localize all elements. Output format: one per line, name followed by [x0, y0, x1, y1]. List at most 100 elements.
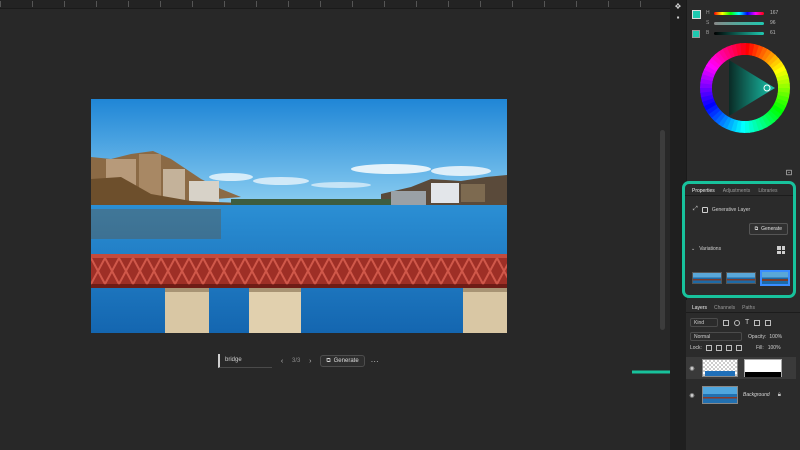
ruler-tick [160, 1, 161, 7]
filter-kind-select[interactable]: Kind [690, 318, 718, 327]
prompt-input[interactable]: bridge [218, 354, 272, 368]
layer-filter-row: Kind T [690, 318, 772, 327]
ruler-tick [128, 1, 129, 7]
tab-libraries[interactable]: Libraries [758, 188, 777, 195]
paint-bucket-icon[interactable]: ❖ [673, 2, 683, 12]
eye-icon[interactable]: ◉ [686, 392, 698, 399]
background-color-swatch[interactable] [692, 30, 700, 38]
ruler-tick [96, 1, 97, 7]
properties-tabs: Properties Adjustments Libraries [685, 184, 793, 196]
tab-adjustments[interactable]: Adjustments [723, 188, 751, 195]
tab-channels[interactable]: Channels [714, 305, 735, 312]
hue-label: H [706, 10, 710, 16]
panel-options-icon[interactable]: ⊡ [784, 168, 794, 178]
blend-mode-select[interactable]: Normal [690, 332, 742, 341]
ruler-tick [320, 1, 321, 7]
lock-position-icon[interactable] [715, 345, 722, 351]
shape-filter-icon[interactable] [754, 319, 761, 326]
variation-thumbnail[interactable] [726, 272, 756, 284]
hue-slider[interactable] [714, 12, 764, 15]
more-options-icon[interactable]: ··· [371, 357, 379, 366]
ruler-tick [512, 1, 513, 7]
layer-thumbnail [702, 386, 738, 404]
color-wheel[interactable] [699, 42, 791, 134]
pixel-filter-icon[interactable] [723, 319, 729, 326]
blend-row: Normal Opacity: 100% [690, 332, 782, 341]
tab-properties[interactable]: Properties [692, 188, 715, 195]
next-variation-icon[interactable]: › [306, 358, 314, 365]
layer-mask-thumbnail[interactable] [744, 359, 782, 377]
properties-generate-label: Generate [761, 226, 782, 232]
lock-all-icon[interactable] [735, 345, 742, 351]
properties-panel: Properties Adjustments Libraries ⤢ Gener… [682, 181, 796, 298]
vertical-scrollbar[interactable] [660, 130, 665, 330]
generative-icon: ⤢ [693, 206, 698, 212]
fill-value[interactable]: 100% [768, 345, 781, 351]
canvas-area[interactable]: bridge ‹ 3/3 › ⧉ Generate ··· [0, 0, 695, 450]
opacity-label: Opacity: [748, 333, 767, 340]
ruler-tick [384, 1, 385, 7]
brightness-value: 61 [770, 30, 776, 36]
tab-paths[interactable]: Paths [742, 305, 755, 312]
variation-thumbnail[interactable] [692, 272, 722, 284]
ruler-tick [640, 1, 641, 7]
comment-icon[interactable]: ▪ [673, 13, 683, 23]
properties-generate-button[interactable]: ⧉ Generate [748, 223, 788, 235]
ruler-tick [224, 1, 225, 7]
layer-row-generative[interactable]: ◉ [686, 357, 796, 379]
layer-icon [701, 206, 708, 213]
previous-variation-icon[interactable]: ‹ [278, 358, 286, 365]
eye-icon[interactable]: ◉ [686, 365, 698, 372]
variations-label: Variations [699, 246, 722, 252]
bridge-photo [91, 99, 507, 333]
ruler-tick [416, 1, 417, 7]
grid-view-icon[interactable] [777, 246, 785, 254]
variation-thumbnail-selected[interactable] [760, 270, 790, 286]
adjustment-filter-icon[interactable] [734, 319, 740, 326]
ruler-tick [288, 1, 289, 7]
lock-icon: 🔒︎ [777, 391, 781, 398]
variation-thumbnails [692, 270, 790, 286]
layer-row-background[interactable]: ◉ Background 🔒︎ [686, 384, 796, 406]
lock-label: Lock: [690, 345, 702, 351]
ruler-tick [0, 1, 1, 7]
ruler-tick [64, 1, 65, 7]
ruler-tick [544, 1, 545, 7]
opacity-value[interactable]: 100% [769, 334, 782, 340]
ruler-tick [608, 1, 609, 7]
layers-tabs: Layers Channels Paths [686, 300, 800, 313]
top-ruler [0, 0, 670, 9]
saturation-value: 96 [770, 20, 776, 26]
tab-layers[interactable]: Layers [692, 305, 707, 312]
brightness-slider[interactable] [714, 32, 764, 35]
sparkle-icon: ⧉ [326, 357, 331, 364]
contextual-task-bar: bridge ‹ 3/3 › ⧉ Generate ··· [218, 353, 379, 369]
foreground-color-swatch[interactable] [692, 10, 701, 19]
sparkle-icon: ⧉ [754, 226, 759, 232]
saturation-slider[interactable] [714, 22, 764, 25]
ruler-tick [32, 1, 33, 7]
ruler-tick [192, 1, 193, 7]
layer-thumbnail [702, 359, 738, 377]
lock-row: Lock: Fill: 100% [690, 345, 781, 351]
fill-label: Fill: [755, 345, 764, 351]
layer-name: Background [743, 392, 770, 398]
ruler-tick [448, 1, 449, 7]
ruler-tick [256, 1, 257, 7]
variations-header[interactable]: ⌄ Variations [691, 246, 721, 252]
generate-button-label: Generate [333, 358, 359, 364]
layer-type-row: ⤢ Generative Layer [693, 206, 750, 213]
ruler-tick [576, 1, 577, 7]
hue-value: 167 [770, 10, 779, 16]
layers-panel: Layers Channels Paths Kind T Normal Opac… [686, 300, 800, 450]
generate-button[interactable]: ⧉ Generate [320, 355, 365, 367]
layer-type-label: Generative Layer [711, 206, 751, 213]
saturation-label: S [706, 20, 710, 26]
type-filter-icon[interactable]: T [745, 319, 749, 326]
lock-pixels-icon[interactable] [705, 345, 712, 351]
variation-counter: 3/3 [292, 358, 301, 364]
ruler-tick [480, 1, 481, 7]
smart-object-filter-icon[interactable] [765, 319, 772, 326]
document-image[interactable] [91, 99, 507, 333]
lock-artboard-icon[interactable] [725, 345, 732, 351]
